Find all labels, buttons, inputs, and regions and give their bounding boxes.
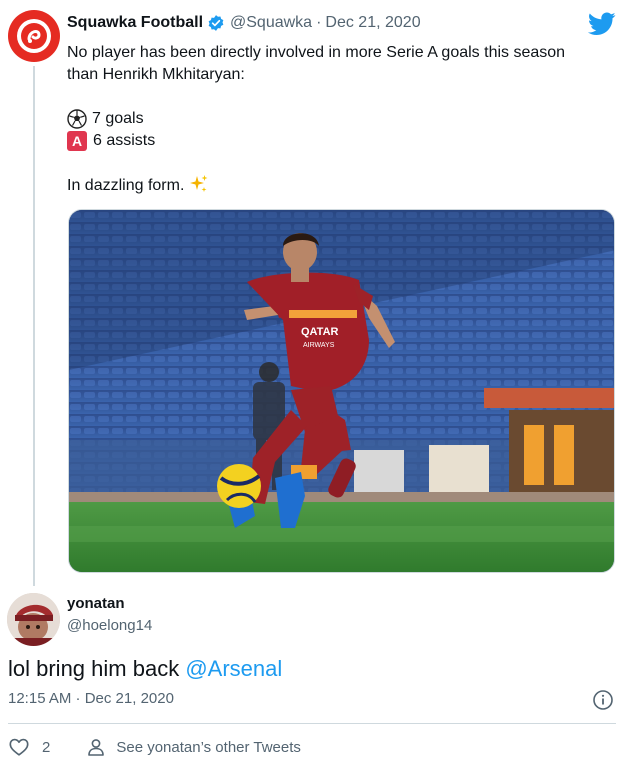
thread-line bbox=[33, 66, 35, 586]
info-icon[interactable] bbox=[592, 689, 614, 711]
closing-text: In dazzling form. bbox=[67, 177, 185, 194]
assists-stat: 6 assists bbox=[93, 132, 156, 149]
see-other-tweets-link[interactable]: See yonatan’s other Tweets bbox=[116, 739, 301, 756]
author-handle[interactable]: @Squawka bbox=[230, 14, 312, 32]
separator: · bbox=[316, 14, 322, 31]
closing-line: In dazzling form. bbox=[67, 174, 619, 196]
jersey-sponsor-line2: AIRWAYS bbox=[303, 342, 335, 349]
reply-author-handle[interactable]: @hoelong14 bbox=[67, 617, 152, 634]
heart-icon[interactable] bbox=[8, 736, 30, 758]
verified-badge-icon bbox=[208, 15, 224, 31]
twitter-bird-icon[interactable] bbox=[588, 12, 616, 36]
squawka-logo-icon bbox=[17, 19, 51, 53]
goals-stat: 7 goals bbox=[92, 110, 144, 127]
sparkles-icon bbox=[190, 175, 208, 192]
quoted-tweet-header: Squawka Football @Squawka · Dec 21, 2020 bbox=[67, 14, 421, 32]
divider bbox=[8, 723, 616, 724]
soccer-ball bbox=[217, 464, 261, 508]
football-player-photo: QATAR AIRWAYS bbox=[69, 210, 614, 572]
reply-timestamp[interactable]: 12:15 AM · Dec 21, 2020 bbox=[8, 690, 174, 707]
author-name[interactable]: Squawka Football bbox=[67, 14, 203, 32]
person-icon bbox=[88, 739, 105, 756]
tweet-text-line-2: than Henrikh Mkhitaryan: bbox=[67, 66, 245, 83]
like-count: 2 bbox=[42, 738, 51, 756]
avatar-photo bbox=[7, 593, 60, 646]
tweet-photo[interactable]: QATAR AIRWAYS bbox=[68, 209, 615, 573]
letter-a-icon: A bbox=[67, 131, 87, 151]
reply-tweet[interactable]: yonatan @hoelong14 lol bring him back @A… bbox=[0, 590, 630, 773]
soccer-ball-icon bbox=[67, 109, 87, 129]
quoted-tweet-body: No player has been directly involved in … bbox=[67, 42, 619, 196]
quoted-tweet[interactable]: Squawka Football @Squawka · Dec 21, 2020… bbox=[0, 0, 630, 590]
reply-author-name[interactable]: yonatan bbox=[67, 595, 125, 612]
jersey-sponsor-line1: QATAR bbox=[301, 326, 339, 338]
goals-stat-row: 7 goals bbox=[67, 108, 619, 130]
reply-actions: 2 See yonatan’s other Tweets bbox=[8, 736, 301, 758]
squawka-avatar[interactable] bbox=[8, 10, 60, 62]
reply-text: lol bring him back @Arsenal bbox=[8, 656, 282, 682]
yonatan-avatar[interactable] bbox=[7, 593, 60, 646]
tweet-date[interactable]: Dec 21, 2020 bbox=[325, 14, 420, 32]
assists-stat-row: A 6 assists bbox=[67, 130, 619, 152]
arsenal-mention-link[interactable]: @Arsenal bbox=[185, 656, 282, 681]
tweet-text-line-1: No player has been directly involved in … bbox=[67, 44, 566, 61]
reply-body-text: lol bring him back bbox=[8, 656, 186, 681]
